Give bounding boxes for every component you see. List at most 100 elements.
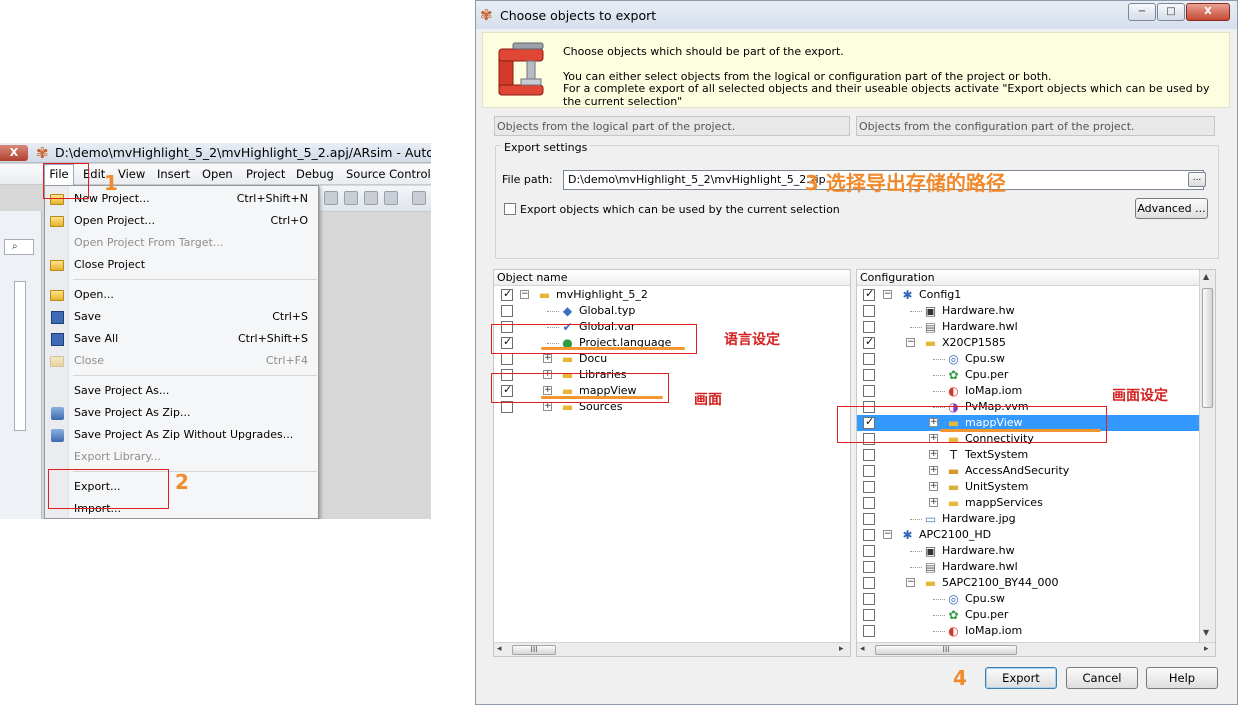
tree-row-checkbox[interactable]: [863, 561, 875, 573]
tree-row-checkbox[interactable]: [863, 497, 875, 509]
expand-icon[interactable]: +: [929, 450, 938, 459]
cancel-button[interactable]: Cancel: [1066, 667, 1138, 689]
tree-row[interactable]: ▭ Hardware.jpg: [857, 511, 1215, 527]
menu-item-open-from-target[interactable]: Open Project From Target...: [45, 232, 318, 254]
tree-row-checkbox[interactable]: [863, 545, 875, 557]
toolbar-tool-icon[interactable]: [344, 191, 358, 205]
tree-row[interactable]: ◎ Cpu.sw: [857, 351, 1215, 367]
tree-row-checkbox[interactable]: [501, 305, 513, 317]
menu-item-export-library[interactable]: Export Library...: [45, 446, 318, 468]
ide-close-button[interactable]: X: [0, 145, 28, 161]
maximize-button[interactable]: □: [1157, 3, 1185, 21]
tree-row-checkbox[interactable]: [863, 481, 875, 493]
tree-row-checkbox[interactable]: [863, 335, 875, 349]
tree-row-checkbox[interactable]: [863, 465, 875, 477]
menu-insert[interactable]: Insert: [157, 167, 190, 181]
side-search-box[interactable]: [4, 239, 34, 255]
tree-row-checkbox[interactable]: [863, 529, 875, 541]
collapse-icon[interactable]: −: [906, 578, 915, 587]
hscroll-thumb[interactable]: III: [875, 645, 1017, 655]
scroll-down-icon[interactable]: ▼: [1203, 628, 1209, 637]
browse-button[interactable]: ...: [1188, 172, 1206, 187]
menu-item-close[interactable]: Close Ctrl+F4: [45, 350, 318, 372]
menu-debug[interactable]: Debug: [296, 167, 334, 181]
collapse-icon[interactable]: −: [906, 338, 915, 347]
export-usable-objects-checkbox[interactable]: [504, 203, 516, 215]
tree-row-checkbox[interactable]: [501, 353, 513, 365]
tab-configuration-part[interactable]: Objects from the configuration part of t…: [856, 116, 1215, 136]
menu-item-close-project[interactable]: Close Project: [45, 254, 318, 276]
tab-logical-part[interactable]: Objects from the logical part of the pro…: [494, 116, 850, 136]
expand-icon[interactable]: +: [929, 466, 938, 475]
tree-row-checkbox[interactable]: [863, 305, 875, 317]
tree-row-checkbox[interactable]: [863, 385, 875, 397]
tree-row[interactable]: −▬ mvHighlight_5_2: [494, 287, 850, 303]
tree-row[interactable]: ✿ Cpu.per: [857, 607, 1215, 623]
tree-row-checkbox[interactable]: [863, 287, 875, 301]
tree-row[interactable]: + ▬ mappServices: [857, 495, 1215, 511]
tree-row-checkbox[interactable]: [863, 593, 875, 605]
help-button[interactable]: Help: [1146, 667, 1218, 689]
tree-row-checkbox[interactable]: [863, 625, 875, 637]
tree-row[interactable]: ▤ Hardware.hwl: [857, 319, 1215, 335]
vscroll-thumb[interactable]: [1202, 288, 1213, 408]
tree-row-checkbox[interactable]: [863, 353, 875, 365]
menu-item-save-as-zip-no-upgrades[interactable]: Save Project As Zip Without Upgrades...: [45, 424, 318, 446]
menu-item-open-project[interactable]: Open Project... Ctrl+O: [45, 210, 318, 232]
scroll-right-icon[interactable]: ▸: [1204, 644, 1209, 654]
tree-row[interactable]: ▣ Hardware.hw: [857, 543, 1215, 559]
tree-row[interactable]: ◐ IoMap.iom: [857, 623, 1215, 639]
tree-row-checkbox[interactable]: [863, 609, 875, 621]
menu-item-open[interactable]: Open...: [45, 284, 318, 306]
minimize-button[interactable]: −: [1128, 3, 1156, 21]
scroll-up-icon[interactable]: ▲: [1203, 272, 1209, 281]
expand-icon[interactable]: +: [543, 354, 552, 363]
tree-row[interactable]: ▤ Hardware.hwl: [857, 559, 1215, 575]
tree-row-checkbox[interactable]: [863, 321, 875, 333]
toolbar-tool-icon[interactable]: [384, 191, 398, 205]
tree-row-checkbox[interactable]: [863, 369, 875, 381]
toolbar-tool-icon[interactable]: [364, 191, 378, 205]
toolbar-tool-icon[interactable]: [324, 191, 338, 205]
expand-icon[interactable]: +: [929, 482, 938, 491]
side-scrollbar[interactable]: [14, 281, 26, 431]
scroll-left-icon[interactable]: ◂: [497, 644, 502, 654]
config-pane-vscroll[interactable]: ▲ ▼: [1199, 270, 1215, 642]
tree-row[interactable]: + ▬ AccessAndSecurity: [857, 463, 1215, 479]
tree-row[interactable]: −▬ X20CP1585: [857, 335, 1215, 351]
menu-view[interactable]: View: [118, 167, 145, 181]
menu-source-control[interactable]: Source Control: [346, 167, 431, 181]
window-close-button[interactable]: X: [1186, 3, 1230, 21]
tree-row[interactable]: ◎ Cpu.sw: [857, 591, 1215, 607]
tree-row[interactable]: + T TextSystem: [857, 447, 1215, 463]
tree-row[interactable]: ▣ Hardware.hw: [857, 303, 1215, 319]
expand-icon[interactable]: +: [929, 498, 938, 507]
tree-row[interactable]: + ▬ UnitSystem: [857, 479, 1215, 495]
menu-item-save-all[interactable]: Save All Ctrl+Shift+S: [45, 328, 318, 350]
tree-row-checkbox[interactable]: [501, 287, 513, 301]
tree-row[interactable]: ◆ Global.typ: [494, 303, 850, 319]
export-button[interactable]: Export: [985, 667, 1057, 689]
menu-open[interactable]: Open: [202, 167, 233, 181]
scroll-right-icon[interactable]: ▸: [839, 644, 844, 654]
tree-row[interactable]: − ✱ Config1: [857, 287, 1215, 303]
collapse-icon[interactable]: −: [883, 530, 892, 539]
menu-project[interactable]: Project: [246, 167, 285, 181]
collapse-icon[interactable]: −: [520, 290, 529, 299]
tree-row[interactable]: − ✱ APC2100_HD: [857, 527, 1215, 543]
collapse-icon[interactable]: −: [883, 290, 892, 299]
tree-row[interactable]: ✿ Cpu.per: [857, 367, 1215, 383]
menu-item-save[interactable]: Save Ctrl+S: [45, 306, 318, 328]
menu-item-save-as-zip[interactable]: Save Project As Zip...: [45, 402, 318, 424]
tree-row-checkbox[interactable]: [863, 449, 875, 461]
tree-row-checkbox[interactable]: [863, 513, 875, 525]
tree-row-checkbox[interactable]: [863, 577, 875, 589]
advanced-button[interactable]: Advanced ...: [1135, 198, 1208, 219]
config-pane-hscroll[interactable]: ◂ III ▸: [857, 642, 1215, 656]
tree-row[interactable]: − ▬ 5APC2100_BY44_000: [857, 575, 1215, 591]
hscroll-thumb[interactable]: III: [512, 645, 556, 655]
scroll-left-icon[interactable]: ◂: [860, 644, 865, 654]
toolbar-tool-icon[interactable]: [412, 191, 426, 205]
object-pane-hscroll[interactable]: ◂ III ▸: [494, 642, 850, 656]
menu-item-save-project-as[interactable]: Save Project As...: [45, 380, 318, 402]
